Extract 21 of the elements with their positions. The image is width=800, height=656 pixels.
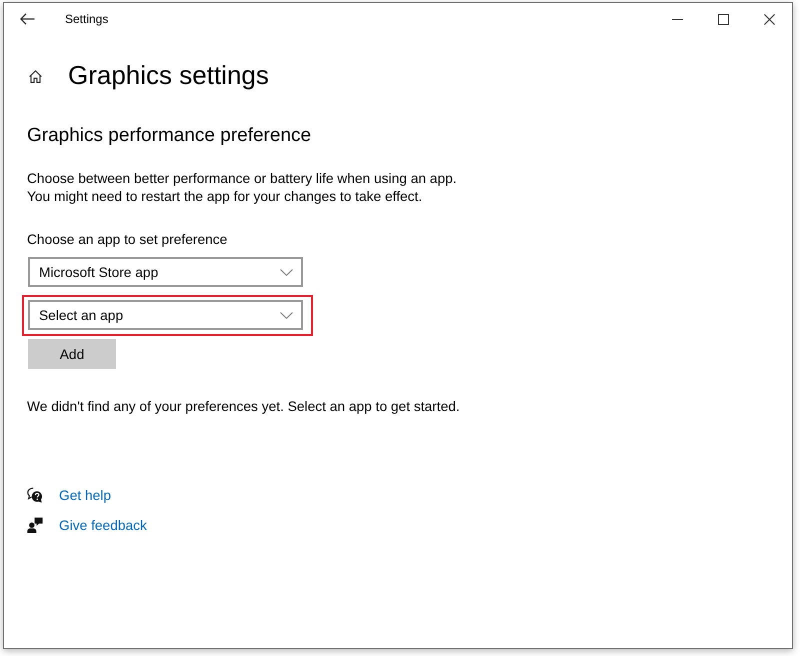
home-icon[interactable] <box>29 70 42 82</box>
maximize-icon <box>718 14 728 24</box>
window-title: Settings <box>65 12 108 26</box>
back-arrow-icon <box>20 13 34 25</box>
description-text: Choose between better performance or battery life when using an app. <box>27 170 457 188</box>
minimize-icon <box>672 18 682 20</box>
help-link[interactable]: Get help <box>27 485 111 505</box>
field-label: Choose an app to set preference <box>27 231 228 249</box>
add-button[interactable]: Add <box>28 339 116 369</box>
feedback-link[interactable]: Give feedback <box>27 515 147 535</box>
close-icon <box>764 14 774 24</box>
person-speech-bubble-icon <box>27 517 43 533</box>
section-heading: Graphics performance preference <box>27 124 312 148</box>
chevron-down-icon <box>280 268 293 276</box>
description-text: You might need to restart the app for your changes to take effect. <box>27 188 422 206</box>
question-speech-bubbles-icon <box>27 487 43 503</box>
page-title: Graphics settings <box>68 59 269 92</box>
empty-message: We didn't find any of your preferences yet. Select an app to get started. <box>27 398 460 416</box>
chevron-down-icon <box>280 312 293 318</box>
app-dropdown[interactable]: Microsoft Store app <box>28 257 303 287</box>
app-dropdown[interactable]: Select an app <box>28 300 303 330</box>
